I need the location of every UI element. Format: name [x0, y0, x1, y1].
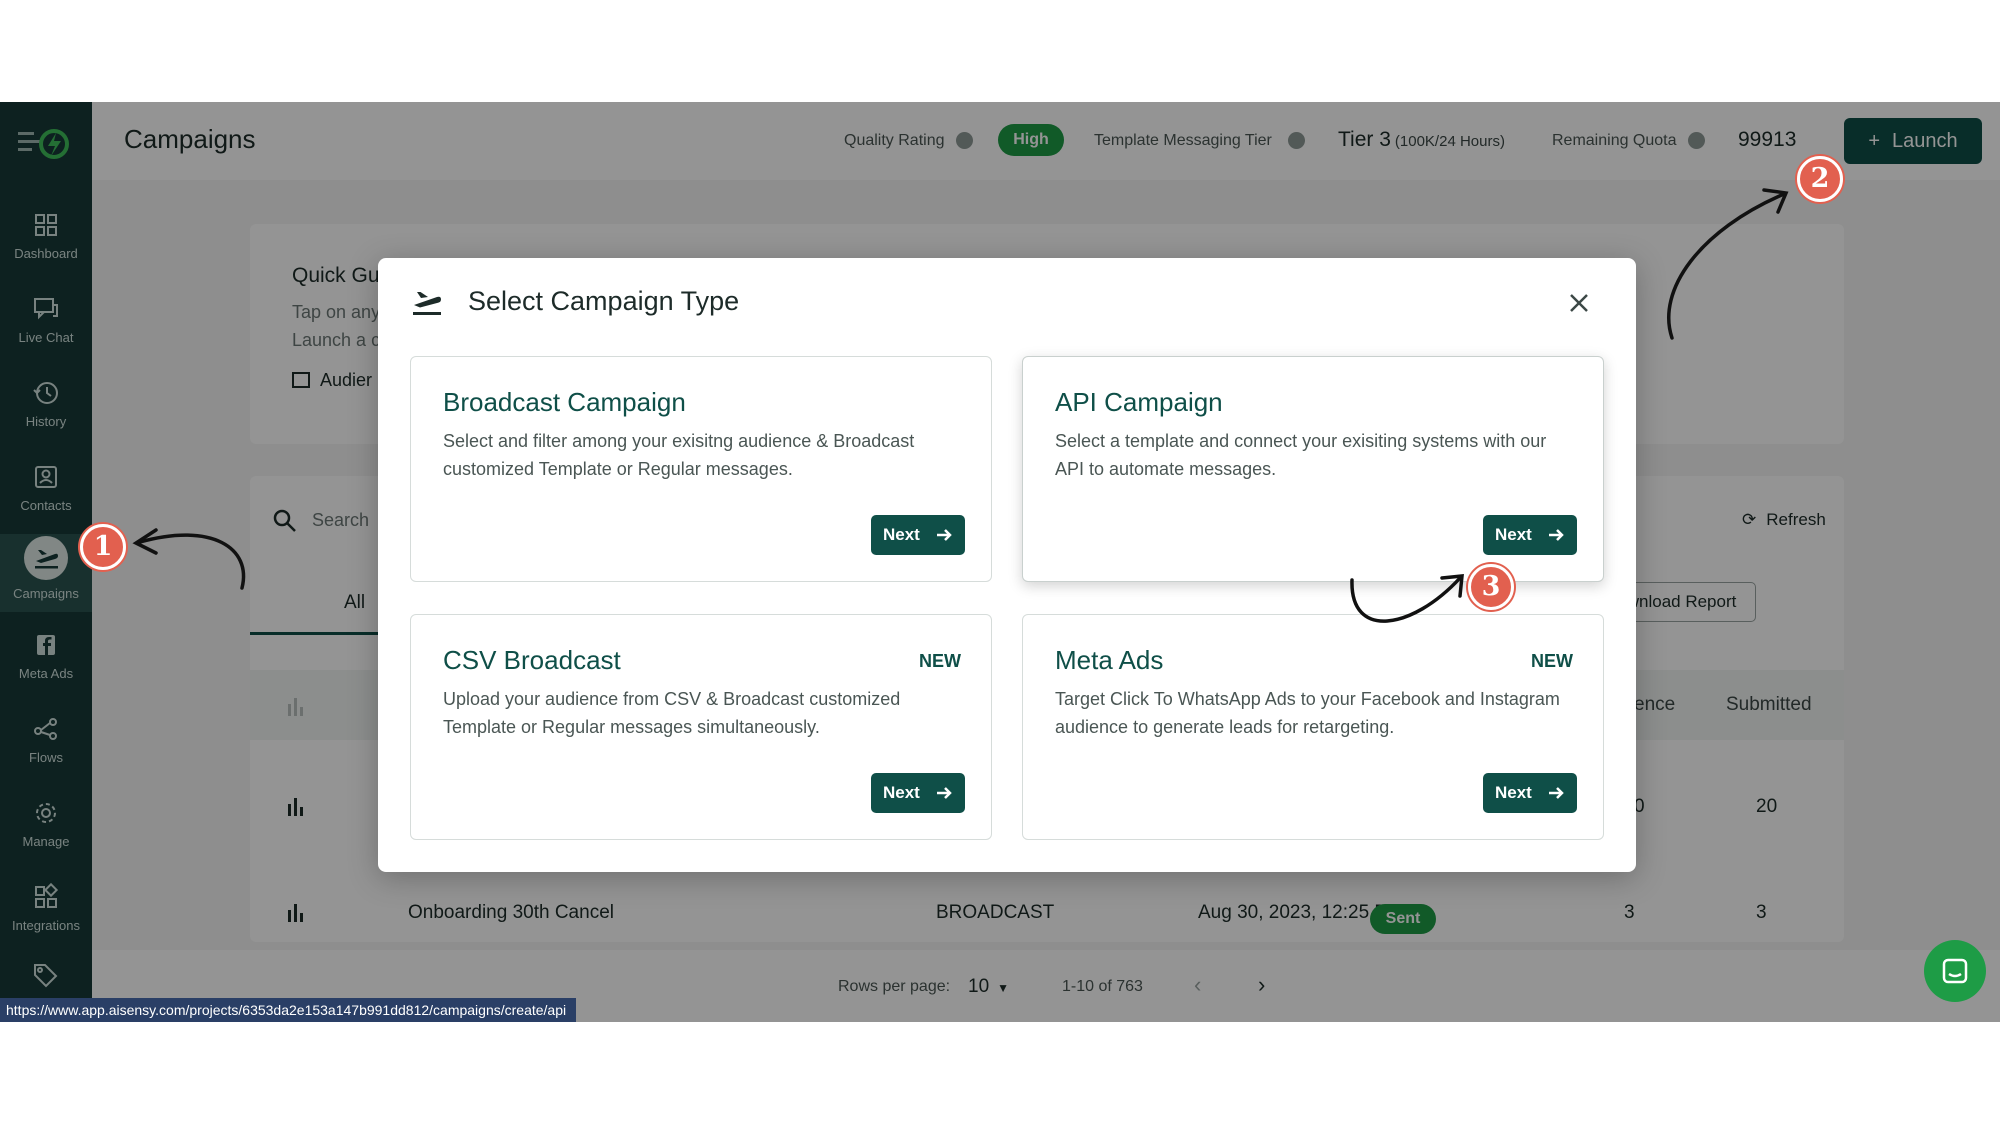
broadcast-next-button[interactable]: Next [871, 515, 965, 555]
card-title: API Campaign [1055, 387, 1223, 417]
next-label: Next [1495, 525, 1532, 544]
flight-takeoff-icon [413, 292, 441, 315]
card-description: Select a template and connect your exisi… [1055, 431, 1547, 479]
modal-title: Select Campaign Type [468, 286, 740, 316]
status-bar-url: https://www.app.aisensy.com/projects/635… [0, 998, 577, 1022]
app-window: Dashboard Live Chat History Contacts Cam… [0, 102, 2000, 1022]
arrow-right-icon [1549, 787, 1564, 799]
api-campaign-card[interactable]: API Campaign Select a template and conne… [1022, 356, 1604, 582]
card-description: Target Click To WhatsApp Ads to your Fac… [1055, 689, 1560, 737]
step-marker: 1 [80, 524, 126, 570]
chat-widget-button[interactable] [1924, 940, 1986, 1002]
new-badge: NEW [1531, 651, 1573, 671]
card-title: Meta Ads [1055, 645, 1164, 675]
arrow-right-icon [937, 529, 952, 541]
arrow-right-icon [1549, 529, 1564, 541]
csv-broadcast-card[interactable]: CSV Broadcast NEW Upload your audience f… [410, 614, 992, 840]
api-next-button[interactable]: Next [1483, 515, 1577, 555]
next-label: Next [883, 525, 920, 544]
next-label: Next [883, 783, 920, 802]
meta-ads-card[interactable]: Meta Ads NEW Target Click To WhatsApp Ad… [1022, 614, 1604, 840]
card-description: Select and filter among your exisitng au… [443, 431, 915, 479]
new-badge: NEW [919, 651, 961, 671]
step-marker: 2 [1797, 156, 1843, 202]
csv-next-button[interactable]: Next [871, 773, 965, 813]
card-title: CSV Broadcast [443, 645, 621, 675]
step-marker: 3 [1468, 564, 1514, 610]
meta-ads-next-button[interactable]: Next [1483, 773, 1577, 813]
close-icon[interactable] [1564, 288, 1594, 318]
card-title: Broadcast Campaign [443, 387, 686, 417]
chat-icon [1942, 958, 1968, 984]
card-description: Upload your audience from CSV & Broadcas… [443, 689, 901, 737]
select-campaign-type-dialog: Select Campaign Type Broadcast Campaign … [378, 258, 1636, 872]
next-label: Next [1495, 783, 1532, 802]
arrow-right-icon [937, 787, 952, 799]
broadcast-campaign-card[interactable]: Broadcast Campaign Select and filter amo… [410, 356, 992, 582]
